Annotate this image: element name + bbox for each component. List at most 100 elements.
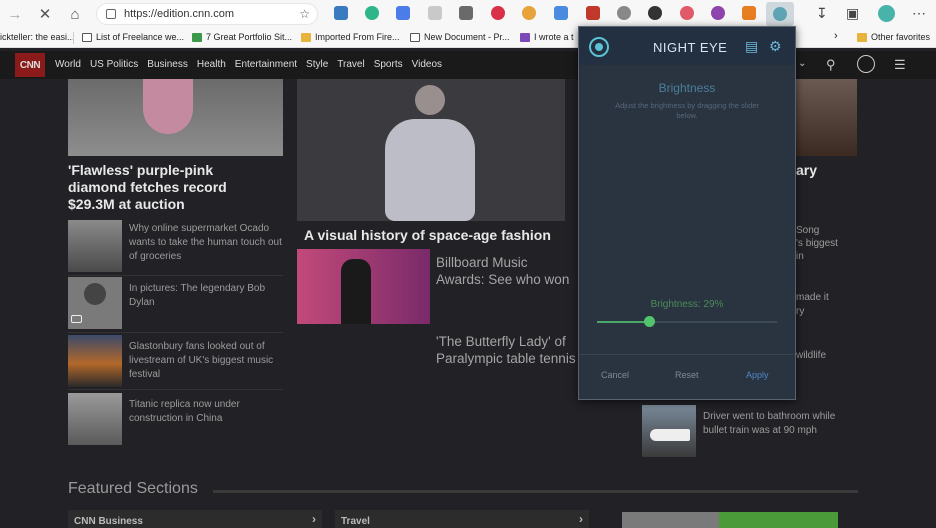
story-titanic[interactable]: Titanic replica now under construction i… bbox=[129, 398, 274, 426]
extension-icon[interactable] bbox=[648, 6, 662, 20]
story-ocado[interactable]: Why online supermarket Ocado wants to ta… bbox=[129, 222, 289, 264]
billboard-awards-image[interactable] bbox=[297, 249, 430, 324]
nav-link-style[interactable]: Style bbox=[306, 59, 328, 70]
section-label: CNN Business bbox=[74, 516, 143, 527]
right-lead-headline-fragment[interactable]: ary bbox=[796, 162, 817, 179]
bookmark-item[interactable]: Other favorites bbox=[857, 32, 930, 42]
extension-icon[interactable] bbox=[459, 6, 473, 20]
extension-icon[interactable] bbox=[742, 6, 756, 20]
bookmark-item[interactable]: List of Freelance we... bbox=[82, 32, 184, 42]
night-eye-extension-button[interactable] bbox=[766, 2, 794, 26]
bookmark-icon bbox=[520, 32, 530, 42]
cnn-logo[interactable]: CNN bbox=[15, 53, 45, 77]
chevron-right-icon[interactable]: › bbox=[834, 30, 838, 42]
divider bbox=[73, 32, 74, 44]
brightness-slider-handle[interactable] bbox=[643, 316, 655, 327]
story-fragment[interactable]: made it bbox=[796, 291, 829, 305]
featured-sections-title: Featured Sections bbox=[68, 480, 198, 497]
popup-title: NIGHT EYE bbox=[653, 40, 728, 55]
cnn-nav-links: World US Politics Business Health Entert… bbox=[55, 59, 442, 70]
story-fragment[interactable]: in bbox=[796, 250, 804, 264]
address-bar[interactable]: https://edition.cnn.com ☆ bbox=[96, 3, 318, 25]
feedback-icon[interactable]: ▤ bbox=[745, 38, 758, 55]
extension-icon[interactable] bbox=[334, 6, 348, 20]
night-eye-popup: NIGHT EYE ▤ ⚙ Brightness Adjust the brig… bbox=[578, 26, 796, 400]
bookmark-label: List of Freelance we... bbox=[96, 32, 185, 42]
extension-icon[interactable] bbox=[680, 6, 694, 20]
nav-link-business[interactable]: Business bbox=[147, 59, 188, 70]
nav-link-sports[interactable]: Sports bbox=[374, 59, 403, 70]
translate-icon[interactable] bbox=[396, 6, 410, 20]
more-menu-icon[interactable]: ⋯ bbox=[912, 5, 926, 22]
brightness-value-label: Brightness: 29% bbox=[650, 299, 724, 310]
folder-icon bbox=[301, 32, 311, 42]
diamond-image[interactable] bbox=[68, 79, 283, 156]
bob-dylan-thumbnail[interactable] bbox=[68, 277, 122, 329]
section-travel[interactable]: Travel › bbox=[335, 510, 589, 528]
reset-button[interactable]: Reset bbox=[675, 370, 699, 380]
story-fragment[interactable]: Song bbox=[796, 224, 819, 238]
chevron-down-icon[interactable]: ⌄ bbox=[798, 58, 806, 69]
brightness-section-title: Brightness bbox=[658, 81, 716, 95]
glastonbury-thumbnail[interactable] bbox=[68, 335, 122, 387]
bookmark-item[interactable]: I wrote a t bbox=[520, 32, 574, 42]
night-eye-logo-icon[interactable] bbox=[589, 37, 609, 57]
extension-icon[interactable] bbox=[711, 6, 725, 20]
story-billboard[interactable]: Billboard Music Awards: See who won bbox=[436, 254, 578, 288]
nav-link-travel[interactable]: Travel bbox=[337, 59, 364, 70]
bookmark-item[interactable]: New Document - Pr... bbox=[410, 32, 510, 42]
cancel-button[interactable]: Cancel bbox=[601, 370, 629, 380]
extension-icon[interactable] bbox=[554, 6, 568, 20]
bookmark-item[interactable]: ickteller: the easi... bbox=[0, 32, 75, 42]
story-fragment[interactable]: ry bbox=[796, 305, 804, 319]
divider bbox=[213, 490, 858, 493]
home-icon[interactable]: ⌂ bbox=[60, 0, 90, 28]
collections-icon[interactable]: ▣ bbox=[846, 5, 859, 22]
extension-icon[interactable] bbox=[586, 6, 600, 20]
story-fragment[interactable]: 's biggest bbox=[796, 237, 838, 251]
section-cnn-business[interactable]: CNN Business › bbox=[68, 510, 322, 528]
bookmark-item[interactable]: Imported From Fire... bbox=[301, 32, 400, 42]
bookmark-item[interactable]: 7 Great Portfolio Sit... bbox=[192, 32, 292, 42]
add-favorite-icon[interactable]: ☆ bbox=[299, 7, 310, 21]
ocado-thumbnail[interactable] bbox=[68, 220, 122, 272]
divider bbox=[68, 332, 283, 333]
apply-button[interactable]: Apply bbox=[746, 370, 769, 380]
divider bbox=[68, 275, 283, 276]
nav-link-us-politics[interactable]: US Politics bbox=[90, 59, 138, 70]
nav-link-entertainment[interactable]: Entertainment bbox=[235, 59, 297, 70]
downloads-icon[interactable]: ↧ bbox=[816, 5, 828, 22]
nav-link-health[interactable]: Health bbox=[197, 59, 226, 70]
settings-gear-icon[interactable]: ⚙ bbox=[769, 38, 782, 55]
story-butterfly-lady[interactable]: 'The Butterfly Lady' of Paralympic table… bbox=[436, 333, 578, 367]
extension-icon[interactable] bbox=[365, 6, 379, 20]
story-bullet-train[interactable]: Driver went to bathroom while bullet tra… bbox=[703, 410, 855, 438]
story-bob-dylan[interactable]: In pictures: The legendary Bob Dylan bbox=[129, 282, 284, 310]
bullet-train-thumbnail[interactable] bbox=[642, 405, 696, 457]
titanic-thumbnail[interactable] bbox=[68, 393, 122, 445]
browser-toolbar: → ✕ ⌂ https://edition.cnn.com ☆ ↧ ▣ ⋯ bbox=[0, 0, 936, 28]
document-icon bbox=[82, 32, 92, 42]
back-arrow-icon[interactable]: → bbox=[0, 0, 30, 28]
menu-icon[interactable]: ☰ bbox=[894, 57, 906, 73]
bookmark-label: I wrote a t bbox=[534, 32, 574, 42]
space-age-fashion-image[interactable] bbox=[297, 79, 565, 221]
folder-icon bbox=[857, 32, 867, 42]
featured-image[interactable] bbox=[622, 512, 838, 528]
extension-icon[interactable] bbox=[491, 6, 505, 20]
brightness-slider-track[interactable] bbox=[597, 321, 777, 323]
lead-headline-diamond[interactable]: 'Flawless' purple-pink diamond fetches r… bbox=[68, 162, 268, 213]
profile-avatar[interactable] bbox=[878, 5, 895, 22]
close-icon[interactable]: ✕ bbox=[30, 0, 60, 28]
story-glastonbury[interactable]: Glastonbury fans looked out of livestrea… bbox=[129, 340, 284, 382]
right-lead-image[interactable] bbox=[796, 79, 857, 156]
camera-icon[interactable] bbox=[617, 6, 631, 20]
lead-headline-fashion[interactable]: A visual history of space-age fashion bbox=[304, 227, 584, 244]
user-account-icon[interactable] bbox=[857, 55, 875, 73]
extension-icon[interactable] bbox=[522, 6, 536, 20]
search-icon[interactable]: ⚲ bbox=[826, 57, 836, 73]
story-fragment[interactable]: wildlife bbox=[796, 349, 826, 363]
extension-icon[interactable] bbox=[428, 6, 442, 20]
nav-link-world[interactable]: World bbox=[55, 59, 81, 70]
nav-link-videos[interactable]: Videos bbox=[412, 59, 442, 70]
